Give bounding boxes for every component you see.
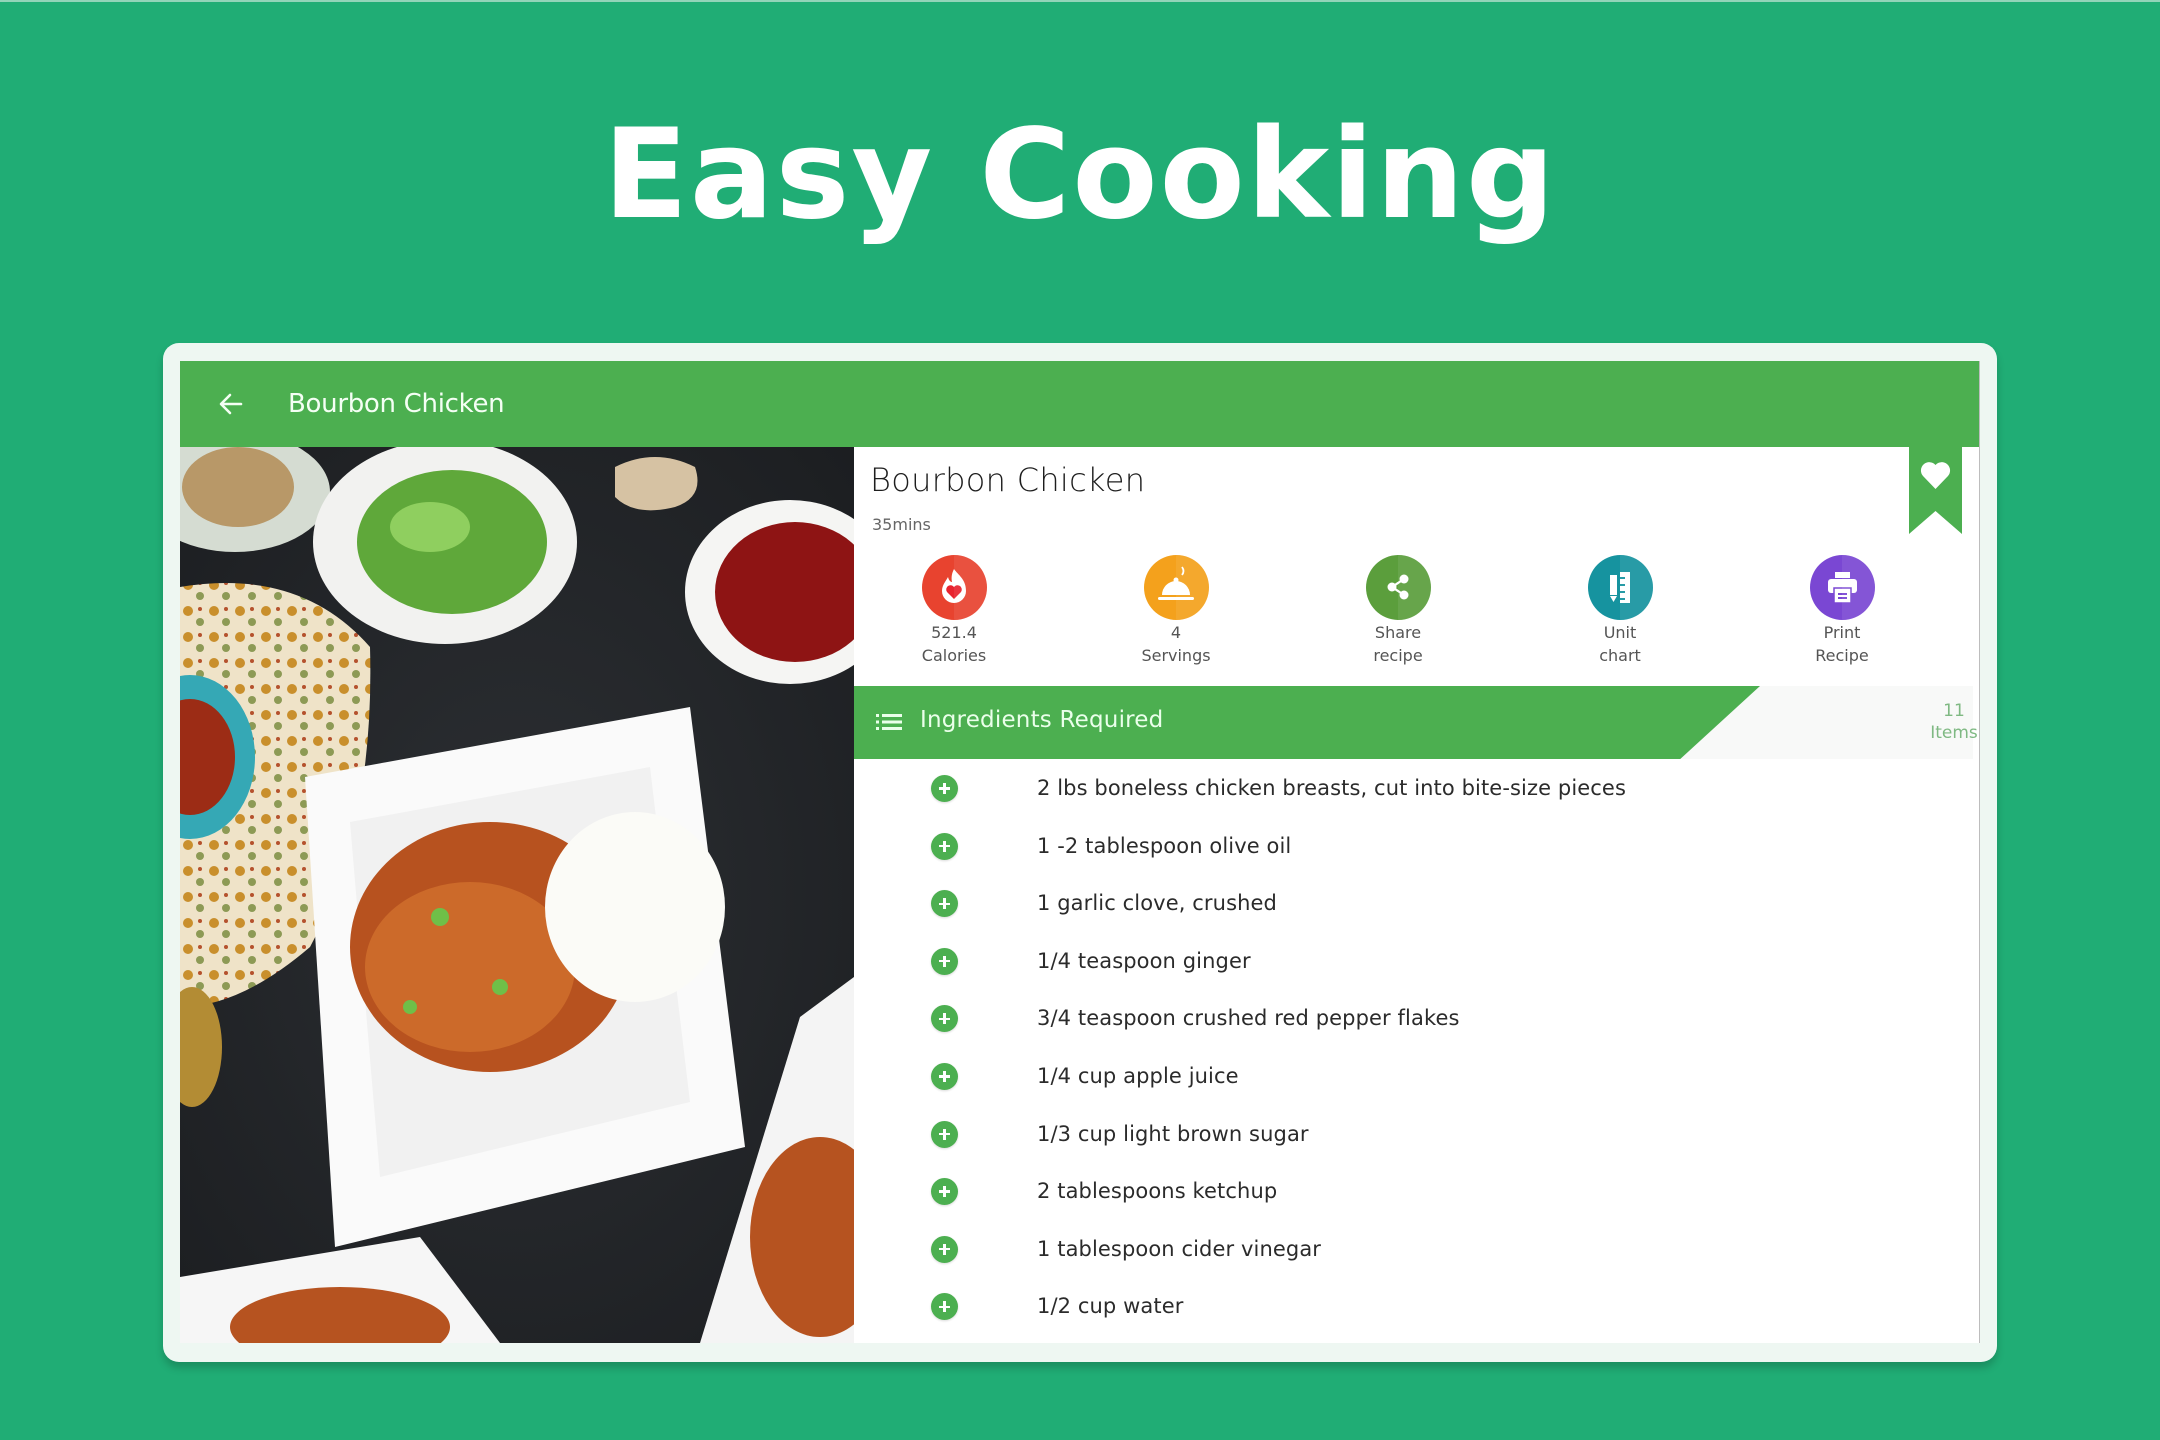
unit-chart-label-1: Unit — [1603, 623, 1637, 642]
ingredient-row: 1 -2 tablespoon olive oil — [854, 832, 1980, 891]
app-toolbar: Bourbon Chicken — [180, 361, 1980, 447]
ruler-pencil-icon — [1587, 555, 1653, 620]
add-ingredient-icon[interactable] — [931, 1293, 958, 1321]
toolbar-title: Bourbon Chicken — [288, 389, 505, 419]
ingredient-row: 1 garlic clove, crushed — [854, 890, 1980, 948]
add-ingredient-icon[interactable] — [931, 1235, 958, 1263]
calories-label: Calories — [921, 646, 987, 665]
printer-icon — [1809, 555, 1875, 620]
arrow-left-icon[interactable] — [214, 387, 248, 421]
heart-bookmark-icon[interactable] — [1909, 447, 1962, 534]
serving-cloche-icon — [1143, 555, 1209, 620]
add-ingredient-icon[interactable] — [931, 832, 958, 860]
share-icon — [1365, 555, 1431, 620]
share-recipe-button[interactable]: Share recipe — [1333, 555, 1463, 666]
ingredient-text: 1 tablespoon cider vinegar — [1037, 1236, 1322, 1261]
add-ingredient-icon[interactable] — [931, 1178, 958, 1206]
recipe-time: 35mins — [872, 515, 931, 534]
ingredient-text: 1/4 teaspoon ginger — [1037, 948, 1251, 973]
ingredient-row: 2 lbs boneless chicken breasts, cut into… — [854, 775, 1980, 833]
share-label-2: recipe — [1373, 646, 1423, 665]
ingredient-text: 1/3 cup light brown sugar — [1037, 1121, 1309, 1146]
ingredient-row: 2 tablespoons ketchup — [854, 1178, 1980, 1236]
add-ingredient-icon[interactable] — [931, 1062, 958, 1090]
ingredient-row: 3/4 teaspoon crushed red pepper flakes — [854, 1005, 1980, 1063]
unit-chart-label-2: chart — [1599, 646, 1641, 665]
top-edge-line — [0, 0, 2160, 2]
screen-edge — [1979, 361, 1980, 1343]
ingredient-row: 1/2 cup water — [854, 1293, 1980, 1343]
share-label-1: Share — [1374, 623, 1422, 642]
ingredients-title: Ingredients Required — [920, 707, 1164, 733]
ingredient-row: 1/4 cup apple juice — [854, 1062, 1980, 1121]
recipe-title: Bourbon Chicken — [870, 461, 1146, 499]
calories-flame-heart-icon — [921, 555, 987, 620]
servings-button[interactable]: 4 Servings — [1111, 555, 1241, 666]
ingredient-text: 2 tablespoons ketchup — [1037, 1179, 1278, 1204]
ingredient-row: 1/3 cup light brown sugar — [854, 1120, 1980, 1179]
unit-chart-button[interactable]: Unit chart — [1555, 555, 1685, 666]
ingredient-text: 1/4 cup apple juice — [1037, 1063, 1239, 1088]
servings-label: Servings — [1141, 646, 1211, 665]
hero-title: Easy Cooking — [603, 103, 1557, 247]
ingredient-text: 3/4 teaspoon crushed red pepper flakes — [1037, 1006, 1460, 1031]
add-ingredient-icon[interactable] — [931, 1120, 958, 1148]
servings-value: 4 — [1170, 623, 1182, 642]
items-count-value: 11 — [1943, 701, 1965, 721]
ingredient-text: 1 -2 tablespoon olive oil — [1037, 833, 1292, 858]
print-label-2: Recipe — [1815, 646, 1869, 665]
add-ingredient-icon[interactable] — [931, 947, 958, 975]
ingredient-row: 1 tablespoon cider vinegar — [854, 1235, 1980, 1294]
recipe-actions: 521.4 Calories 4 Servings Share recipe U… — [854, 555, 1980, 665]
ingredients-list: 2 lbs boneless chicken breasts, cut into… — [854, 775, 1980, 1343]
ingredients-header: Ingredients Required 11 Items — [854, 686, 1978, 759]
calories-button[interactable]: 521.4 Calories — [889, 555, 1019, 666]
device-frame: Bourbon Chicken Bourbon Chicken 35mins 5… — [163, 343, 1997, 1362]
print-recipe-button[interactable]: Print Recipe — [1777, 555, 1907, 666]
calories-value: 521.4 — [931, 623, 977, 642]
ingredient-text: 1/2 cup water — [1037, 1294, 1184, 1319]
ingredient-text: 2 lbs boneless chicken breasts, cut into… — [1037, 776, 1626, 800]
ingredient-text: 1 garlic clove, crushed — [1037, 891, 1277, 916]
app-screen: Bourbon Chicken Bourbon Chicken 35mins 5… — [180, 361, 1980, 1343]
items-count: 11 Items — [1894, 686, 1980, 744]
print-label-1: Print — [1823, 623, 1861, 642]
list-icon — [876, 712, 902, 732]
add-ingredient-icon[interactable] — [931, 1005, 958, 1033]
add-ingredient-icon[interactable] — [931, 890, 958, 918]
recipe-details: Bourbon Chicken 35mins 521.4 Calories 4 … — [854, 447, 1980, 1343]
add-ingredient-icon[interactable] — [931, 775, 958, 802]
ingredient-row: 1/4 teaspoon ginger — [854, 947, 1980, 1006]
recipe-image — [180, 447, 854, 1343]
items-count-label: Items — [1930, 723, 1978, 743]
